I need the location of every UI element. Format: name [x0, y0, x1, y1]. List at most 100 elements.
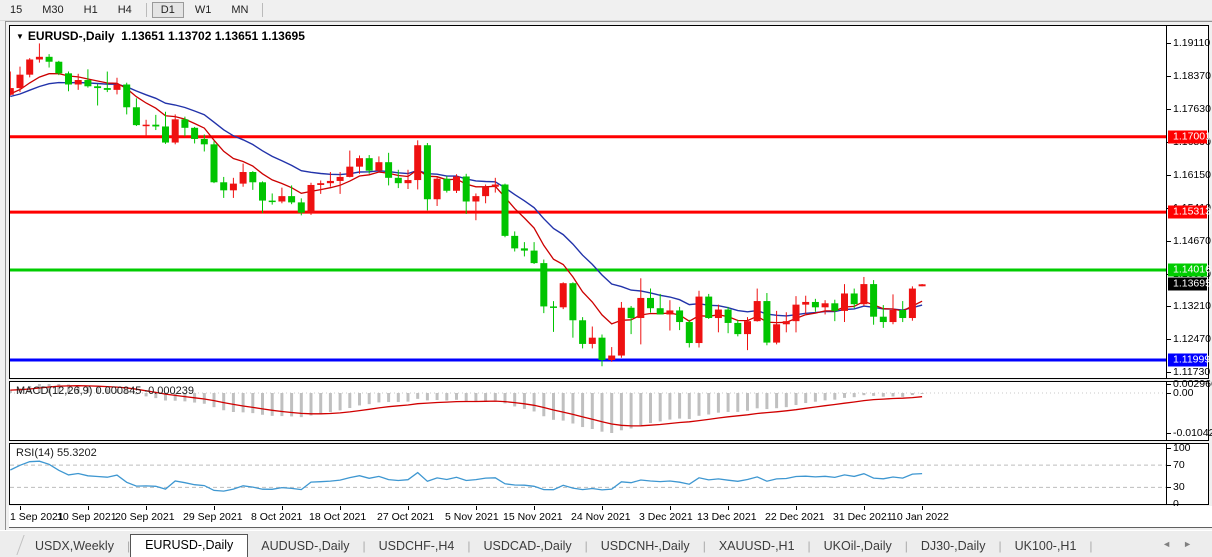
macd-signal-value: -0.000239 — [144, 385, 194, 397]
toolbar-separator — [146, 3, 147, 17]
chart-tab-dj30-daily[interactable]: DJ30-,Daily — [908, 536, 999, 557]
macd-axis: 0.0029660.00-0.010422 — [1166, 382, 1208, 440]
rsi-indicator-pane[interactable]: RSI(14) 55.3202 10070300 — [9, 443, 1209, 505]
level-price-badge: 1.15313 — [1168, 206, 1207, 219]
chart-tab-uk100-h1[interactable]: UK100-,H1 — [1002, 536, 1090, 557]
date-tick-mark — [670, 506, 671, 510]
date-tick-label: 22 Dec 2021 — [765, 511, 825, 523]
price-tick-label: 1.19110 — [1173, 37, 1210, 49]
candlestick-chart — [10, 26, 1167, 378]
rsi-tick-label: 30 — [1173, 481, 1185, 493]
date-tick-label: 31 Dec 2021 — [833, 511, 893, 523]
price-tick-label: 1.14670 — [1173, 235, 1211, 247]
date-tick-label: 24 Nov 2021 — [571, 511, 631, 523]
timeframe-button-15[interactable]: 15 — [1, 2, 31, 18]
symbol-dropdown-icon[interactable]: ▼ — [16, 32, 24, 41]
date-tick-label: 10 Sep 2021 — [57, 511, 117, 523]
rsi-chart — [10, 444, 1167, 504]
rsi-tick-label: 70 — [1173, 459, 1185, 471]
tabs-scroll-right-icon[interactable]: ► — [1183, 539, 1204, 549]
macd-tick-mark — [1167, 433, 1171, 434]
date-tick-mark — [534, 506, 535, 510]
rsi-tick-mark — [1167, 465, 1171, 466]
date-tick-mark — [602, 506, 603, 510]
macd-tick-label: 0.00 — [1173, 387, 1193, 399]
chart-tab-ukoil-daily[interactable]: UKOil-,Daily — [811, 536, 905, 557]
date-tick-mark — [728, 506, 729, 510]
chart-tab-usdcnh-daily[interactable]: USDCNH-,Daily — [588, 536, 703, 557]
level-price-badge: 1.14016 — [1168, 264, 1207, 277]
date-tick-mark — [20, 506, 21, 510]
quote-high: 1.13702 — [168, 29, 211, 43]
chart-tab-xauusd-h1[interactable]: XAUUSD-,H1 — [706, 536, 808, 557]
price-tick-mark — [1167, 43, 1171, 44]
date-tick-label: 27 Oct 2021 — [377, 511, 434, 523]
date-tick-label: 8 Oct 2021 — [251, 511, 302, 523]
chart-tab-bar: USDX,Weekly|EURUSD-,DailyAUDUSD-,Daily|U… — [0, 530, 1212, 557]
toolbar-separator — [262, 3, 263, 17]
chart-tabs: USDX,Weekly|EURUSD-,DailyAUDUSD-,Daily|U… — [22, 534, 1093, 557]
rsi-tick-label: 100 — [1173, 442, 1191, 454]
date-tick-mark — [340, 506, 341, 510]
date-tick-label: 15 Nov 2021 — [503, 511, 563, 523]
date-axis: 1 Sep 202110 Sep 202120 Sep 202129 Sep 2… — [9, 506, 1212, 528]
date-tick-mark — [88, 506, 89, 510]
chart-tab-usdchf-h4[interactable]: USDCHF-,H4 — [366, 536, 468, 557]
date-tick-label: 5 Nov 2021 — [445, 511, 499, 523]
chart-tab-usdcad-daily[interactable]: USDCAD-,Daily — [470, 536, 584, 557]
chart-symbol-label: EURUSD-,Daily — [28, 29, 115, 43]
date-tick-label: 18 Oct 2021 — [309, 511, 366, 523]
price-tick-mark — [1167, 339, 1171, 340]
price-tick-label: 1.16150 — [1173, 169, 1211, 181]
price-tick-label: 1.17630 — [1173, 103, 1211, 115]
rsi-axis: 10070300 — [1166, 444, 1208, 504]
tabs-scroll-left-icon[interactable]: ◄ — [1162, 539, 1183, 549]
level-price-badge: 1.11999 — [1168, 354, 1207, 367]
date-tick-mark — [864, 506, 865, 510]
date-tick-mark — [476, 506, 477, 510]
chart-title[interactable]: ▼EURUSD-,Daily 1.13651 1.13702 1.13651 1… — [16, 29, 305, 43]
macd-tick-mark — [1167, 384, 1171, 385]
date-tick-mark — [796, 506, 797, 510]
price-tick-mark — [1167, 241, 1171, 242]
price-tick-mark — [1167, 109, 1171, 110]
timeframe-button-m30[interactable]: M30 — [33, 2, 72, 18]
chart-tab-usdx-weekly[interactable]: USDX,Weekly — [22, 536, 127, 557]
chart-tab-audusd-daily[interactable]: AUDUSD-,Daily — [248, 536, 362, 557]
timeframe-button-h4[interactable]: H4 — [109, 2, 141, 18]
macd-main-value: 0.000845 — [95, 385, 141, 397]
date-tick-label: 13 Dec 2021 — [697, 511, 757, 523]
price-tick-mark — [1167, 372, 1171, 373]
current-price-badge: 1.13695 — [1168, 278, 1207, 291]
rsi-tick-mark — [1167, 487, 1171, 488]
price-tick-label: 1.11730 — [1173, 366, 1210, 378]
timeframe-button-d1[interactable]: D1 — [152, 2, 184, 18]
rsi-tick-mark — [1167, 448, 1171, 449]
price-tick-label: 1.18370 — [1173, 70, 1211, 82]
trading-platform-window: 15M30H1H4 D1W1MN ▼ EURUSD-,Daily 1.13651 1… — [0, 0, 1212, 557]
date-tick-mark — [282, 506, 283, 510]
timeframe-button-w1[interactable]: W1 — [186, 2, 221, 18]
macd-tick-mark — [1167, 393, 1171, 394]
price-axis: 1.191101.183701.176301.168901.161501.154… — [1166, 26, 1208, 378]
date-tick-label: 20 Sep 2021 — [115, 511, 175, 523]
timeframe-button-h1[interactable]: H1 — [75, 2, 107, 18]
macd-indicator-pane[interactable]: MACD(12,26,9) 0.000845 -0.000239 0.00296… — [9, 381, 1209, 441]
rsi-value: 55.3202 — [57, 447, 97, 459]
chart-window: ▼ EURUSD-,Daily 1.13651 1.13702 1.13651 1… — [5, 21, 1212, 531]
price-chart-pane[interactable]: ▼ EURUSD-,Daily 1.13651 1.13702 1.13651 1… — [9, 25, 1209, 379]
quote-open: 1.13651 — [121, 29, 164, 43]
timeframe-toolbar: 15M30H1H4 D1W1MN — [0, 0, 1212, 21]
date-tick-label: 3 Dec 2021 — [639, 511, 693, 523]
date-tick-mark — [408, 506, 409, 510]
chart-tab-eurusd-daily[interactable]: EURUSD-,Daily — [130, 534, 248, 557]
date-tick-mark — [146, 506, 147, 510]
date-tick-mark — [922, 506, 923, 510]
date-tick-label: 10 Jan 2022 — [891, 511, 949, 523]
rsi-tick-mark — [1167, 504, 1171, 505]
price-tick-label: 1.12470 — [1173, 333, 1211, 345]
macd-tick-label: -0.010422 — [1173, 427, 1212, 439]
level-price-badge: 1.17001 — [1168, 131, 1207, 144]
quote-low: 1.13651 — [215, 29, 258, 43]
timeframe-button-mn[interactable]: MN — [222, 2, 257, 18]
